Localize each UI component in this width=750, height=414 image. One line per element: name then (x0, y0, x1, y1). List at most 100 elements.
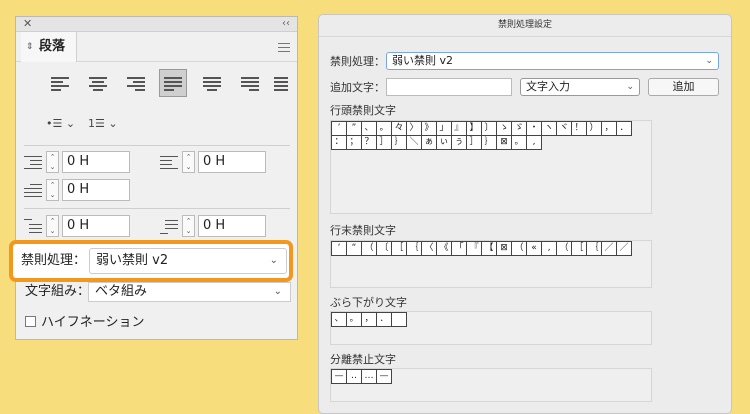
justify-left-button[interactable] (159, 69, 187, 97)
char-cell[interactable]: ＼ (406, 135, 422, 150)
numbered-list-icon[interactable]: 1☰ ⌄ (88, 117, 118, 130)
char-cell[interactable]: ， (601, 121, 617, 136)
char-cell[interactable]: ｛ (586, 241, 602, 256)
char-cell[interactable]: 、 (361, 121, 377, 136)
char-cell[interactable]: 々 (391, 121, 407, 136)
char-cell[interactable]: 、 (331, 312, 347, 327)
align-right-button[interactable] (122, 69, 150, 97)
char-cell[interactable]: ⊠ (496, 135, 512, 150)
char-cell[interactable]: （ (556, 241, 572, 256)
char-cell[interactable]: … (361, 369, 377, 384)
mojikumi-select[interactable]: ベタ組み ⌄ (88, 282, 291, 302)
char-cell[interactable]: 》 (421, 121, 437, 136)
char-area-line-start[interactable]: ’”、。々〉》」』】〕ゝゞ・ヽヾ！），．：；？ ］ ｝ ＼ ぁぃぅ ］ ｝ ⊠。, (330, 120, 652, 214)
input-mode-select[interactable]: 文字入力 ⌄ (520, 78, 640, 96)
dialog-kinsoku-select[interactable]: 弱い禁則 v2 ⌄ (386, 52, 719, 70)
space-after-stepper[interactable]: ⌃ ⌄ (182, 215, 195, 237)
char-cell[interactable]: ヽ (541, 121, 557, 136)
char-cell[interactable]: ［ (391, 241, 407, 256)
char-cell[interactable]: ” (346, 121, 362, 136)
char-cell[interactable]: 「 (451, 241, 467, 256)
char-cell[interactable]: ： (331, 135, 347, 150)
char-cell[interactable]: 。 (346, 312, 362, 327)
char-cell[interactable]: ． (616, 121, 632, 136)
add-char-input[interactable] (386, 78, 512, 96)
char-cell[interactable]: 〕 (481, 121, 497, 136)
char-cell[interactable]: 〉 (406, 121, 422, 136)
char-cell[interactable]: ］ (466, 135, 482, 150)
hyphenation-checkbox[interactable] (25, 316, 36, 327)
char-cell[interactable]: ’ (331, 121, 347, 136)
char-cell[interactable]: ｝ (481, 135, 497, 150)
justify-all-button[interactable] (274, 69, 288, 97)
char-cell[interactable]: ） (586, 121, 602, 136)
add-button[interactable]: 追加 (648, 78, 719, 96)
char-cell[interactable]: — (376, 369, 392, 384)
collapse-icon[interactable]: ‹‹ (282, 17, 290, 31)
char-cell[interactable]: 】 (466, 121, 482, 136)
kinsoku-select[interactable]: 弱い禁則 v2 ⌄ (89, 248, 287, 274)
space-after-input[interactable]: 0 H (198, 215, 266, 237)
char-cell[interactable]: ぁ (421, 135, 437, 150)
justify-center-button[interactable] (198, 69, 226, 97)
char-area-non-separable[interactable]: — ‥… — (330, 368, 652, 402)
char-cell[interactable]: ゞ (511, 121, 527, 136)
char-cell[interactable]: ． (376, 312, 392, 327)
char-cell[interactable]: ［ (571, 241, 587, 256)
char-cell[interactable]: ‘ (331, 241, 347, 256)
align-left-button[interactable] (46, 69, 74, 97)
char-cell[interactable]: ゝ (496, 121, 512, 136)
char-area-hanging[interactable]: 、。，． (330, 311, 652, 345)
char-cell[interactable]: ぅ (451, 135, 467, 150)
panel-menu-icon[interactable] (278, 43, 290, 55)
char-cell[interactable]: « (526, 241, 542, 256)
char-cell[interactable] (391, 312, 407, 327)
tab-paragraph-label: 段落 (39, 39, 66, 54)
hyphenation-checkbox-row[interactable]: ハイフネーション (25, 315, 144, 331)
char-cell[interactable]: ！ (571, 121, 587, 136)
chevron-down-icon: ⌄ (269, 255, 278, 266)
char-cell[interactable]: 。 (376, 121, 392, 136)
right-indent-input[interactable]: 0 H (198, 151, 266, 173)
char-cell[interactable]: “ (346, 241, 362, 256)
first-line-indent-stepper[interactable]: ⌃ ⌄ (46, 179, 59, 201)
char-cell[interactable]: ‥ (346, 369, 362, 384)
char-cell[interactable]: 『 (466, 241, 482, 256)
char-cell[interactable]: 《 (436, 241, 452, 256)
char-cell[interactable]: ぃ (436, 135, 452, 150)
char-cell[interactable]: ヾ (556, 121, 572, 136)
char-cell[interactable]: ‚ (541, 241, 557, 256)
justify-right-button[interactable] (236, 69, 264, 97)
close-icon[interactable]: ✕ (23, 17, 32, 31)
space-before-stepper[interactable]: ⌃ ⌄ (46, 215, 59, 237)
right-indent-stepper[interactable]: ⌃ ⌄ (182, 151, 195, 173)
char-cell[interactable]: ／ (601, 241, 617, 256)
align-center-button[interactable] (84, 69, 112, 97)
tab-paragraph[interactable]: ⇕ 段落 (21, 32, 77, 62)
space-before-input[interactable]: 0 H (62, 215, 130, 237)
char-cell[interactable]: , (526, 135, 542, 150)
char-cell[interactable]: ⊠ (496, 241, 512, 256)
left-indent-stepper[interactable]: ⌃ ⌄ (46, 151, 59, 173)
char-cell[interactable]: ］ (376, 135, 392, 150)
char-area-line-end[interactable]: ‘“（〔 ［ ｛〈《「『【⊠ （«‚ （［ ｛／／ (330, 240, 652, 288)
bullet-list-icon[interactable]: •☰ ⌄ (46, 117, 75, 130)
char-cell[interactable]: ／ (616, 241, 632, 256)
char-cell[interactable]: ｛ (406, 241, 422, 256)
char-cell[interactable]: （ (511, 241, 527, 256)
char-cell[interactable]: （ (361, 241, 377, 256)
char-cell[interactable]: ， (361, 312, 377, 327)
char-cell[interactable]: 』 (451, 121, 467, 136)
char-cell[interactable]: 」 (436, 121, 452, 136)
char-cell[interactable]: ； (346, 135, 362, 150)
char-cell[interactable]: 〈 (421, 241, 437, 256)
char-cell[interactable]: ？ (361, 135, 377, 150)
char-cell[interactable]: ｝ (391, 135, 407, 150)
char-cell[interactable]: 〔 (376, 241, 392, 256)
left-indent-input[interactable]: 0 H (62, 151, 130, 173)
char-cell[interactable]: — (331, 369, 347, 384)
first-line-indent-input[interactable]: 0 H (62, 179, 130, 201)
char-cell[interactable]: 。 (511, 135, 527, 150)
char-cell[interactable]: 【 (481, 241, 497, 256)
char-cell[interactable]: ・ (526, 121, 542, 136)
